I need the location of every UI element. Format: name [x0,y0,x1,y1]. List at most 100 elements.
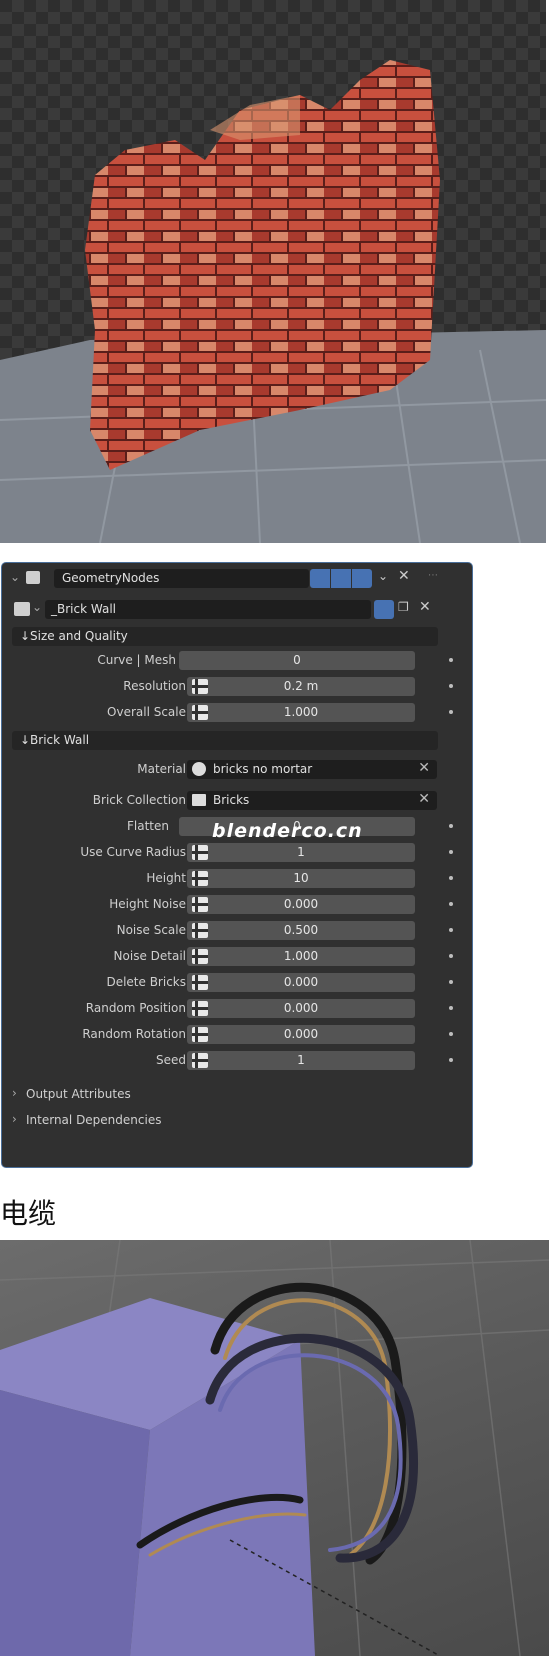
expand-chevron-icon[interactable]: › [12,1112,17,1126]
param-label: Material [137,762,186,776]
param-value: 0.2 m [283,679,319,693]
param-field[interactable]: 10 [187,869,415,888]
render-camera-icon[interactable] [352,569,372,588]
param-label: Brick Collection [92,793,186,807]
node-group-name: _Brick Wall [51,602,116,616]
brick-wall-illustration [0,60,546,543]
material-value: bricks no mortar [213,762,313,776]
watermark-text: blenderco.cn [212,820,363,842]
param-row: Random Rotation 0.000 [2,1023,472,1045]
param-label: Height [146,871,186,885]
cables-render [0,1240,549,1656]
keyframe-dot-icon[interactable] [449,928,453,932]
realtime-display-icon[interactable] [331,569,351,588]
param-value: 1.000 [283,949,319,963]
param-value: 0.500 [283,923,319,937]
param-label: Random Position [85,1001,186,1015]
section-brick-wall[interactable]: ↓Brick Wall [12,731,438,750]
subpanel-output-attributes[interactable]: › Output Attributes [2,1084,472,1106]
brick-wall-render [0,0,546,543]
collection-row: Brick Collection Bricks ✕ [2,789,472,811]
param-label: Noise Scale [116,923,186,937]
param-field[interactable]: 0.000 [187,895,415,914]
param-row: Resolution 0.2 m [2,675,472,697]
param-row: Curve | Mesh 0 [2,649,472,671]
keyframe-dot-icon[interactable] [449,1006,453,1010]
drag-handle-icon[interactable]: ⋯ [428,570,438,581]
collection-field[interactable]: Bricks ✕ [187,791,437,810]
param-label: Height Noise [109,897,186,911]
keyframe-dot-icon[interactable] [449,954,453,958]
node-tree-icon[interactable] [14,602,30,616]
subpanel-internal-dependencies[interactable]: › Internal Dependencies [2,1110,472,1132]
param-row: Use Curve Radius 1 [2,841,472,863]
duplicate-icon[interactable]: ❐ [398,600,409,614]
section-title: ↓Size and Quality [20,629,128,643]
param-field[interactable]: 0.000 [187,1025,415,1044]
close-icon[interactable]: ✕ [398,568,410,584]
clear-material-icon[interactable]: ✕ [418,760,430,776]
param-label: Curve | Mesh [97,653,176,667]
param-row: Height 10 [2,867,472,889]
param-label: Flatten [127,819,169,833]
keyframe-dot-icon[interactable] [449,684,453,688]
param-label: Resolution [123,679,186,693]
param-field[interactable]: 0.2 m [187,677,415,696]
param-field[interactable]: 1 [187,843,415,862]
param-field[interactable]: 1.000 [187,947,415,966]
param-value: 1 [297,845,305,859]
keyframe-dot-icon[interactable] [449,824,453,828]
modifier-name-field[interactable]: GeometryNodes [54,569,309,588]
param-label: Use Curve Radius [80,845,186,859]
param-value: 0.000 [283,975,319,989]
unlink-icon[interactable]: ✕ [419,599,431,615]
collection-box-icon [192,794,206,806]
keyframe-dot-icon[interactable] [449,1032,453,1036]
geometry-nodes-icon [26,571,40,584]
collection-value: Bricks [213,793,250,807]
expand-chevron-icon[interactable]: › [12,1086,17,1100]
material-row: Material bricks no mortar ✕ [2,758,472,780]
keyframe-dot-icon[interactable] [449,710,453,714]
param-field[interactable]: 0 [179,651,415,670]
section-size-and-quality[interactable]: ↓Size and Quality [12,627,438,646]
keyframe-dot-icon[interactable] [449,850,453,854]
modifier-name: GeometryNodes [62,571,160,585]
param-row: Noise Scale 0.500 [2,919,472,941]
param-row: Overall Scale 1.000 [2,701,472,723]
param-label: Delete Bricks [106,975,186,989]
clear-collection-icon[interactable]: ✕ [418,791,430,807]
keyframe-dot-icon[interactable] [449,876,453,880]
subpanel-label: › Internal Dependencies [12,1112,162,1127]
section-title: ↓Brick Wall [20,733,90,747]
param-field[interactable]: 1.000 [187,703,415,722]
geometry-nodes-modifier-panel: ⌄ GeometryNodes ⌄ ✕ ⋯ ⌄ _Brick Wall ❐ ✕ … [1,562,473,1168]
param-label: Noise Detail [113,949,186,963]
param-value: 0.000 [283,897,319,911]
edit-mode-toggle-icon[interactable] [310,569,330,588]
param-field[interactable]: 1 [187,1051,415,1070]
param-row: Seed 1 [2,1049,472,1071]
node-group-field[interactable]: _Brick Wall [45,600,371,619]
material-field[interactable]: bricks no mortar ✕ [187,760,437,779]
collapse-chevron-icon[interactable]: ⌄ [10,570,20,584]
keyframe-dot-icon[interactable] [449,902,453,906]
param-value: 1.000 [283,705,319,719]
modifier-header: ⌄ GeometryNodes ⌄ ✕ ⋯ [2,568,472,590]
param-row: Random Position 0.000 [2,997,472,1019]
cables-illustration [0,1240,549,1656]
fake-user-shield-icon[interactable] [374,600,394,619]
param-value: 1 [297,1053,305,1067]
keyframe-dot-icon[interactable] [449,658,453,662]
section-heading: 电缆 [0,1197,57,1230]
param-field[interactable]: 0.000 [187,999,415,1018]
param-field[interactable]: 0.000 [187,973,415,992]
keyframe-dot-icon[interactable] [449,1058,453,1062]
keyframe-dot-icon[interactable] [449,980,453,984]
browse-chevron-icon[interactable]: ⌄ [32,600,42,614]
param-value: 0 [293,653,301,667]
dropdown-chevron-icon[interactable]: ⌄ [378,569,388,583]
param-row: Delete Bricks 0.000 [2,971,472,993]
param-field[interactable]: 0.500 [187,921,415,940]
param-row: Height Noise 0.000 [2,893,472,915]
